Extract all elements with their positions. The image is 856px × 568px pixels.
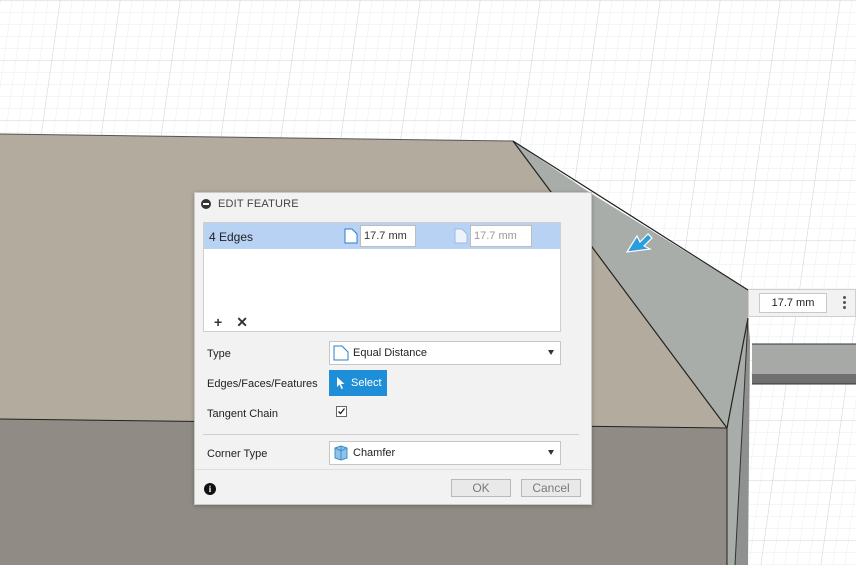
ok-button[interactable]: OK	[451, 479, 511, 497]
select-button-label: Select	[351, 377, 382, 389]
dialog-header[interactable]: EDIT FEATURE	[195, 193, 591, 215]
chevron-down-icon	[548, 350, 554, 355]
chamfer-corner-icon	[334, 445, 348, 461]
footer-divider	[195, 469, 591, 470]
selection-row[interactable]: 4 Edges 17.7 mm 17.7 mm	[204, 223, 560, 249]
distance-2-input[interactable]: 17.7 mm	[470, 225, 532, 247]
equal-distance-icon	[333, 345, 349, 361]
distance-icon	[454, 228, 468, 244]
corner-type-value: Chamfer	[353, 447, 396, 459]
remove-icon[interactable]: ✕	[236, 314, 248, 331]
selection-list: 4 Edges 17.7 mm 17.7 mm + ✕	[203, 222, 561, 332]
tangent-chain-checkbox[interactable]	[336, 406, 347, 417]
selection-label: 4 Edges	[209, 230, 254, 244]
collapse-icon[interactable]	[201, 199, 211, 209]
corner-type-label: Corner Type	[207, 448, 268, 460]
cursor-icon	[337, 377, 345, 389]
manipulator-value-box[interactable]: 17.7 mm	[748, 289, 856, 317]
type-label: Type	[207, 348, 231, 360]
manipulator-value-input[interactable]: 17.7 mm	[759, 293, 827, 313]
type-dropdown[interactable]: Equal Distance	[329, 341, 561, 365]
section-divider	[203, 434, 579, 435]
edit-feature-dialog: EDIT FEATURE 4 Edges 17.7 mm 17.7 mm + ✕…	[194, 192, 592, 505]
distance-1-input[interactable]: 17.7 mm	[360, 225, 416, 247]
check-icon	[338, 408, 346, 415]
cancel-button[interactable]: Cancel	[521, 479, 581, 497]
add-icon[interactable]: +	[214, 314, 222, 331]
tangent-chain-label: Tangent Chain	[207, 408, 278, 420]
type-value: Equal Distance	[353, 347, 427, 359]
select-button[interactable]: Select	[329, 370, 387, 396]
more-options-icon[interactable]	[843, 296, 846, 311]
dialog-title: EDIT FEATURE	[218, 198, 299, 210]
corner-type-dropdown[interactable]: Chamfer	[329, 441, 561, 465]
info-icon[interactable]: i	[204, 483, 216, 495]
chevron-down-icon	[548, 450, 554, 455]
edges-label: Edges/Faces/Features	[207, 378, 318, 390]
distance-icon	[344, 228, 358, 244]
